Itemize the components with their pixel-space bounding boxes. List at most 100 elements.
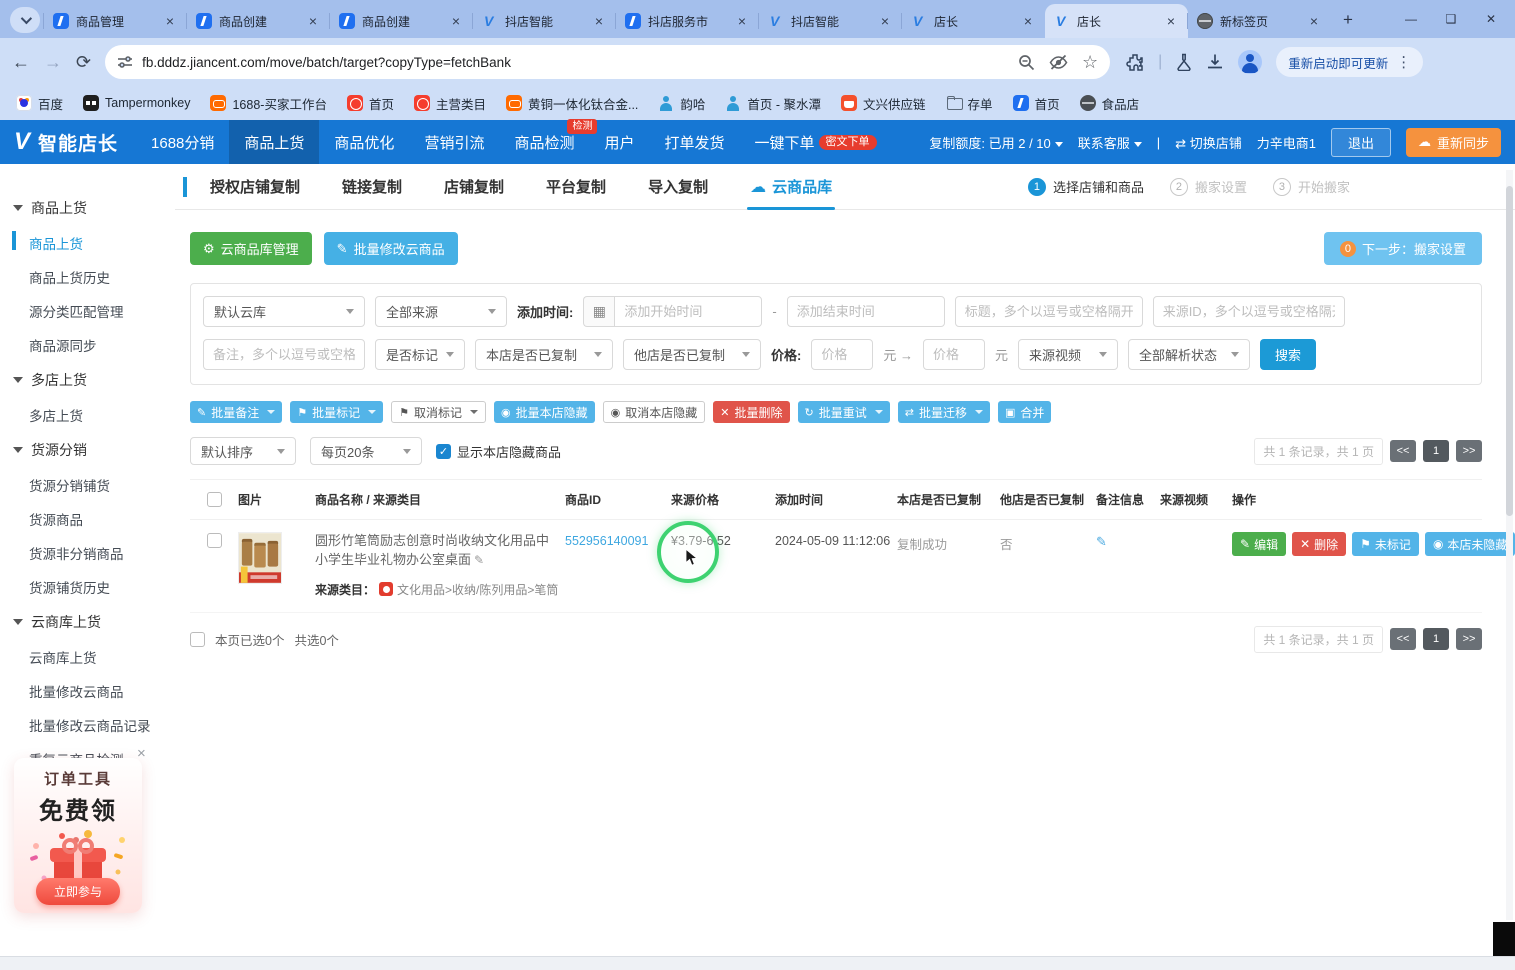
contact-support[interactable]: 联系客服 (1078, 133, 1142, 152)
sidebar-item-duodian-shanghuo[interactable]: 多店上货 (0, 398, 175, 432)
prev-page-button[interactable]: << (1390, 628, 1416, 650)
update-button[interactable]: 重新启动即可更新 ⋮ (1276, 47, 1423, 77)
sidebar-group-shangpin-shanghuo[interactable]: 商品上货 (0, 190, 175, 226)
sort-order-select[interactable]: 默认排序 (190, 437, 296, 465)
title-input[interactable] (955, 296, 1143, 327)
tab-close-icon[interactable]: × (1163, 13, 1179, 29)
close-button[interactable]: ✕ (1471, 12, 1511, 26)
sidebar-group-huoyuan-fenxiao[interactable]: 货源分销 (0, 432, 175, 468)
bookmark[interactable]: 文兴供应链 (841, 94, 926, 113)
not-hidden-button[interactable]: ◉本店未隐藏 (1425, 532, 1515, 556)
url-text[interactable]: fb.dddz.jiancent.com/move/batch/target?c… (142, 55, 1009, 70)
row-checkbox[interactable] (207, 533, 222, 548)
bookmark[interactable]: 首页 (347, 94, 394, 113)
scrollbar-thumb[interactable] (1506, 186, 1513, 516)
edit-note-icon[interactable]: ✎ (1096, 534, 1107, 549)
sidebar-item-xiugai-jilu[interactable]: 批量修改云商品记录 (0, 708, 175, 742)
bookmark[interactable]: 食品店 (1080, 94, 1140, 113)
browser-tab[interactable]: 商品管理× (44, 4, 187, 38)
reload-icon[interactable]: ⟳ (76, 52, 91, 73)
other-shop-copied-select[interactable]: 他店是否已复制 (623, 339, 761, 370)
sidebar-item-shangpinyuan-tongbu[interactable]: 商品源同步 (0, 328, 175, 362)
sidebar-item-fenxiao-puhuo[interactable]: 货源分销铺货 (0, 468, 175, 502)
nav-item-shangpin-shanghuo[interactable]: 商品上货 (229, 120, 319, 164)
bookmark[interactable]: 百度 (16, 94, 63, 113)
batch-retry-button[interactable]: ↻批量重试 (798, 401, 890, 423)
tab-daoru-fuzhi[interactable]: 导入复制 (627, 164, 729, 210)
tab-lianjie-fuzhi[interactable]: 链接复制 (321, 164, 423, 210)
sidebar-item-shangpin-shanghuo[interactable]: 商品上货 (0, 226, 175, 260)
source-id-input[interactable] (1153, 296, 1345, 327)
tab-close-icon[interactable]: × (162, 13, 178, 29)
address-bar[interactable]: fb.dddz.jiancent.com/move/batch/target?c… (105, 45, 1110, 79)
logout-button[interactable]: 退出 (1331, 128, 1391, 157)
maximize-button[interactable]: ❑ (1431, 12, 1471, 26)
browser-tab[interactable]: 抖店智能× (759, 4, 902, 38)
price-min-input[interactable] (811, 339, 873, 370)
cancel-hide-button[interactable]: ◉取消本店隐藏 (603, 401, 706, 423)
select-all-checkbox[interactable] (207, 492, 222, 507)
nav-item-yingxiao-yinliu[interactable]: 营销引流 (409, 120, 499, 164)
tab-yunshangpinku[interactable]: ☁云商品库 (729, 164, 853, 210)
browser-tab[interactable]: 商品创建× (187, 4, 330, 38)
bookmark[interactable]: 首页 (1013, 94, 1060, 113)
tab-close-icon[interactable]: × (1306, 13, 1322, 29)
tab-close-icon[interactable]: × (1020, 13, 1036, 29)
browser-tab[interactable]: 店长× (902, 4, 1045, 38)
start-date-input[interactable] (614, 296, 762, 327)
parse-status-select[interactable]: 全部解析状态 (1128, 339, 1250, 370)
merge-button[interactable]: ▣合并 (998, 401, 1051, 423)
unmarked-button[interactable]: ⚑未标记 (1352, 532, 1419, 556)
cancel-mark-button[interactable]: ⚑取消标记 (391, 401, 486, 423)
per-page-select[interactable]: 每页20条 (310, 437, 422, 465)
sidebar-group-duodian-shanghuo[interactable]: 多店上货 (0, 362, 175, 398)
sidebar-item-shanghuo-lishi[interactable]: 商品上货历史 (0, 260, 175, 294)
tab-search-button[interactable] (10, 7, 40, 33)
page-number-button[interactable]: 1 (1423, 628, 1449, 650)
new-tab-button[interactable]: + (1335, 7, 1361, 33)
bookmark[interactable]: Tampermonkey (83, 95, 190, 111)
extensions-icon[interactable] (1126, 53, 1144, 71)
sidebar-item-yuanfenlei-pipei[interactable]: 源分类匹配管理 (0, 294, 175, 328)
search-button[interactable]: 搜索 (1260, 339, 1316, 370)
site-info-icon[interactable] (117, 54, 133, 70)
cloud-library-manage-button[interactable]: ⚙云商品库管理 (190, 232, 312, 265)
next-page-button[interactable]: >> (1456, 628, 1482, 650)
end-date-input[interactable] (787, 296, 945, 327)
browser-tab-active[interactable]: 店长× (1045, 4, 1188, 38)
batch-hide-button[interactable]: ◉批量本店隐藏 (494, 401, 595, 423)
tab-dianpu-fuzhi[interactable]: 店铺复制 (423, 164, 525, 210)
browser-tab[interactable]: 商品创建× (330, 4, 473, 38)
tab-pingtai-fuzhi[interactable]: 平台复制 (525, 164, 627, 210)
sync-button[interactable]: ☁重新同步 (1406, 128, 1501, 157)
bookmark-folder[interactable]: 存单 (946, 94, 993, 113)
promo-join-button[interactable]: 立即参与 (36, 878, 120, 905)
browser-tab[interactable]: 抖店服务市× (616, 4, 759, 38)
delete-button[interactable]: ✕删除 (1292, 532, 1346, 556)
next-page-button[interactable]: >> (1456, 440, 1482, 462)
prev-page-button[interactable]: << (1390, 440, 1416, 462)
nav-item-1688fenxiao[interactable]: 1688分销 (136, 120, 229, 164)
app-logo[interactable]: V 智能店长 (0, 129, 136, 156)
remark-input[interactable] (203, 339, 365, 370)
copy-quota[interactable]: 复制额度: 已用 2 / 10 (929, 133, 1062, 152)
flask-icon[interactable] (1176, 53, 1192, 71)
forward-icon[interactable]: → (44, 52, 62, 73)
sidebar-item-piliang-xiugai[interactable]: 批量修改云商品 (0, 674, 175, 708)
this-shop-copied-select[interactable]: 本店是否已复制 (475, 339, 613, 370)
edit-title-icon[interactable]: ✎ (474, 553, 484, 567)
sidebar-item-puhuo-lishi[interactable]: 货源铺货历史 (0, 570, 175, 604)
product-id-link[interactable]: 552956140091 (565, 532, 671, 548)
sidebar-group-yunshangku[interactable]: 云商库上货 (0, 604, 175, 640)
page-number-button[interactable]: 1 (1423, 440, 1449, 462)
batch-migrate-button[interactable]: ⇄批量迁移 (898, 401, 990, 423)
switch-shop[interactable]: ⇄ 切换店铺 (1175, 133, 1242, 152)
footer-select-all-checkbox[interactable] (190, 632, 205, 647)
profile-avatar[interactable] (1238, 50, 1262, 74)
source-select[interactable]: 全部来源 (375, 296, 507, 327)
zoom-icon[interactable] (1018, 54, 1035, 71)
minimize-button[interactable]: — (1391, 12, 1431, 26)
price-max-input[interactable] (923, 339, 985, 370)
back-icon[interactable]: ← (12, 52, 30, 73)
browser-tab[interactable]: 新标签页× (1188, 4, 1331, 38)
